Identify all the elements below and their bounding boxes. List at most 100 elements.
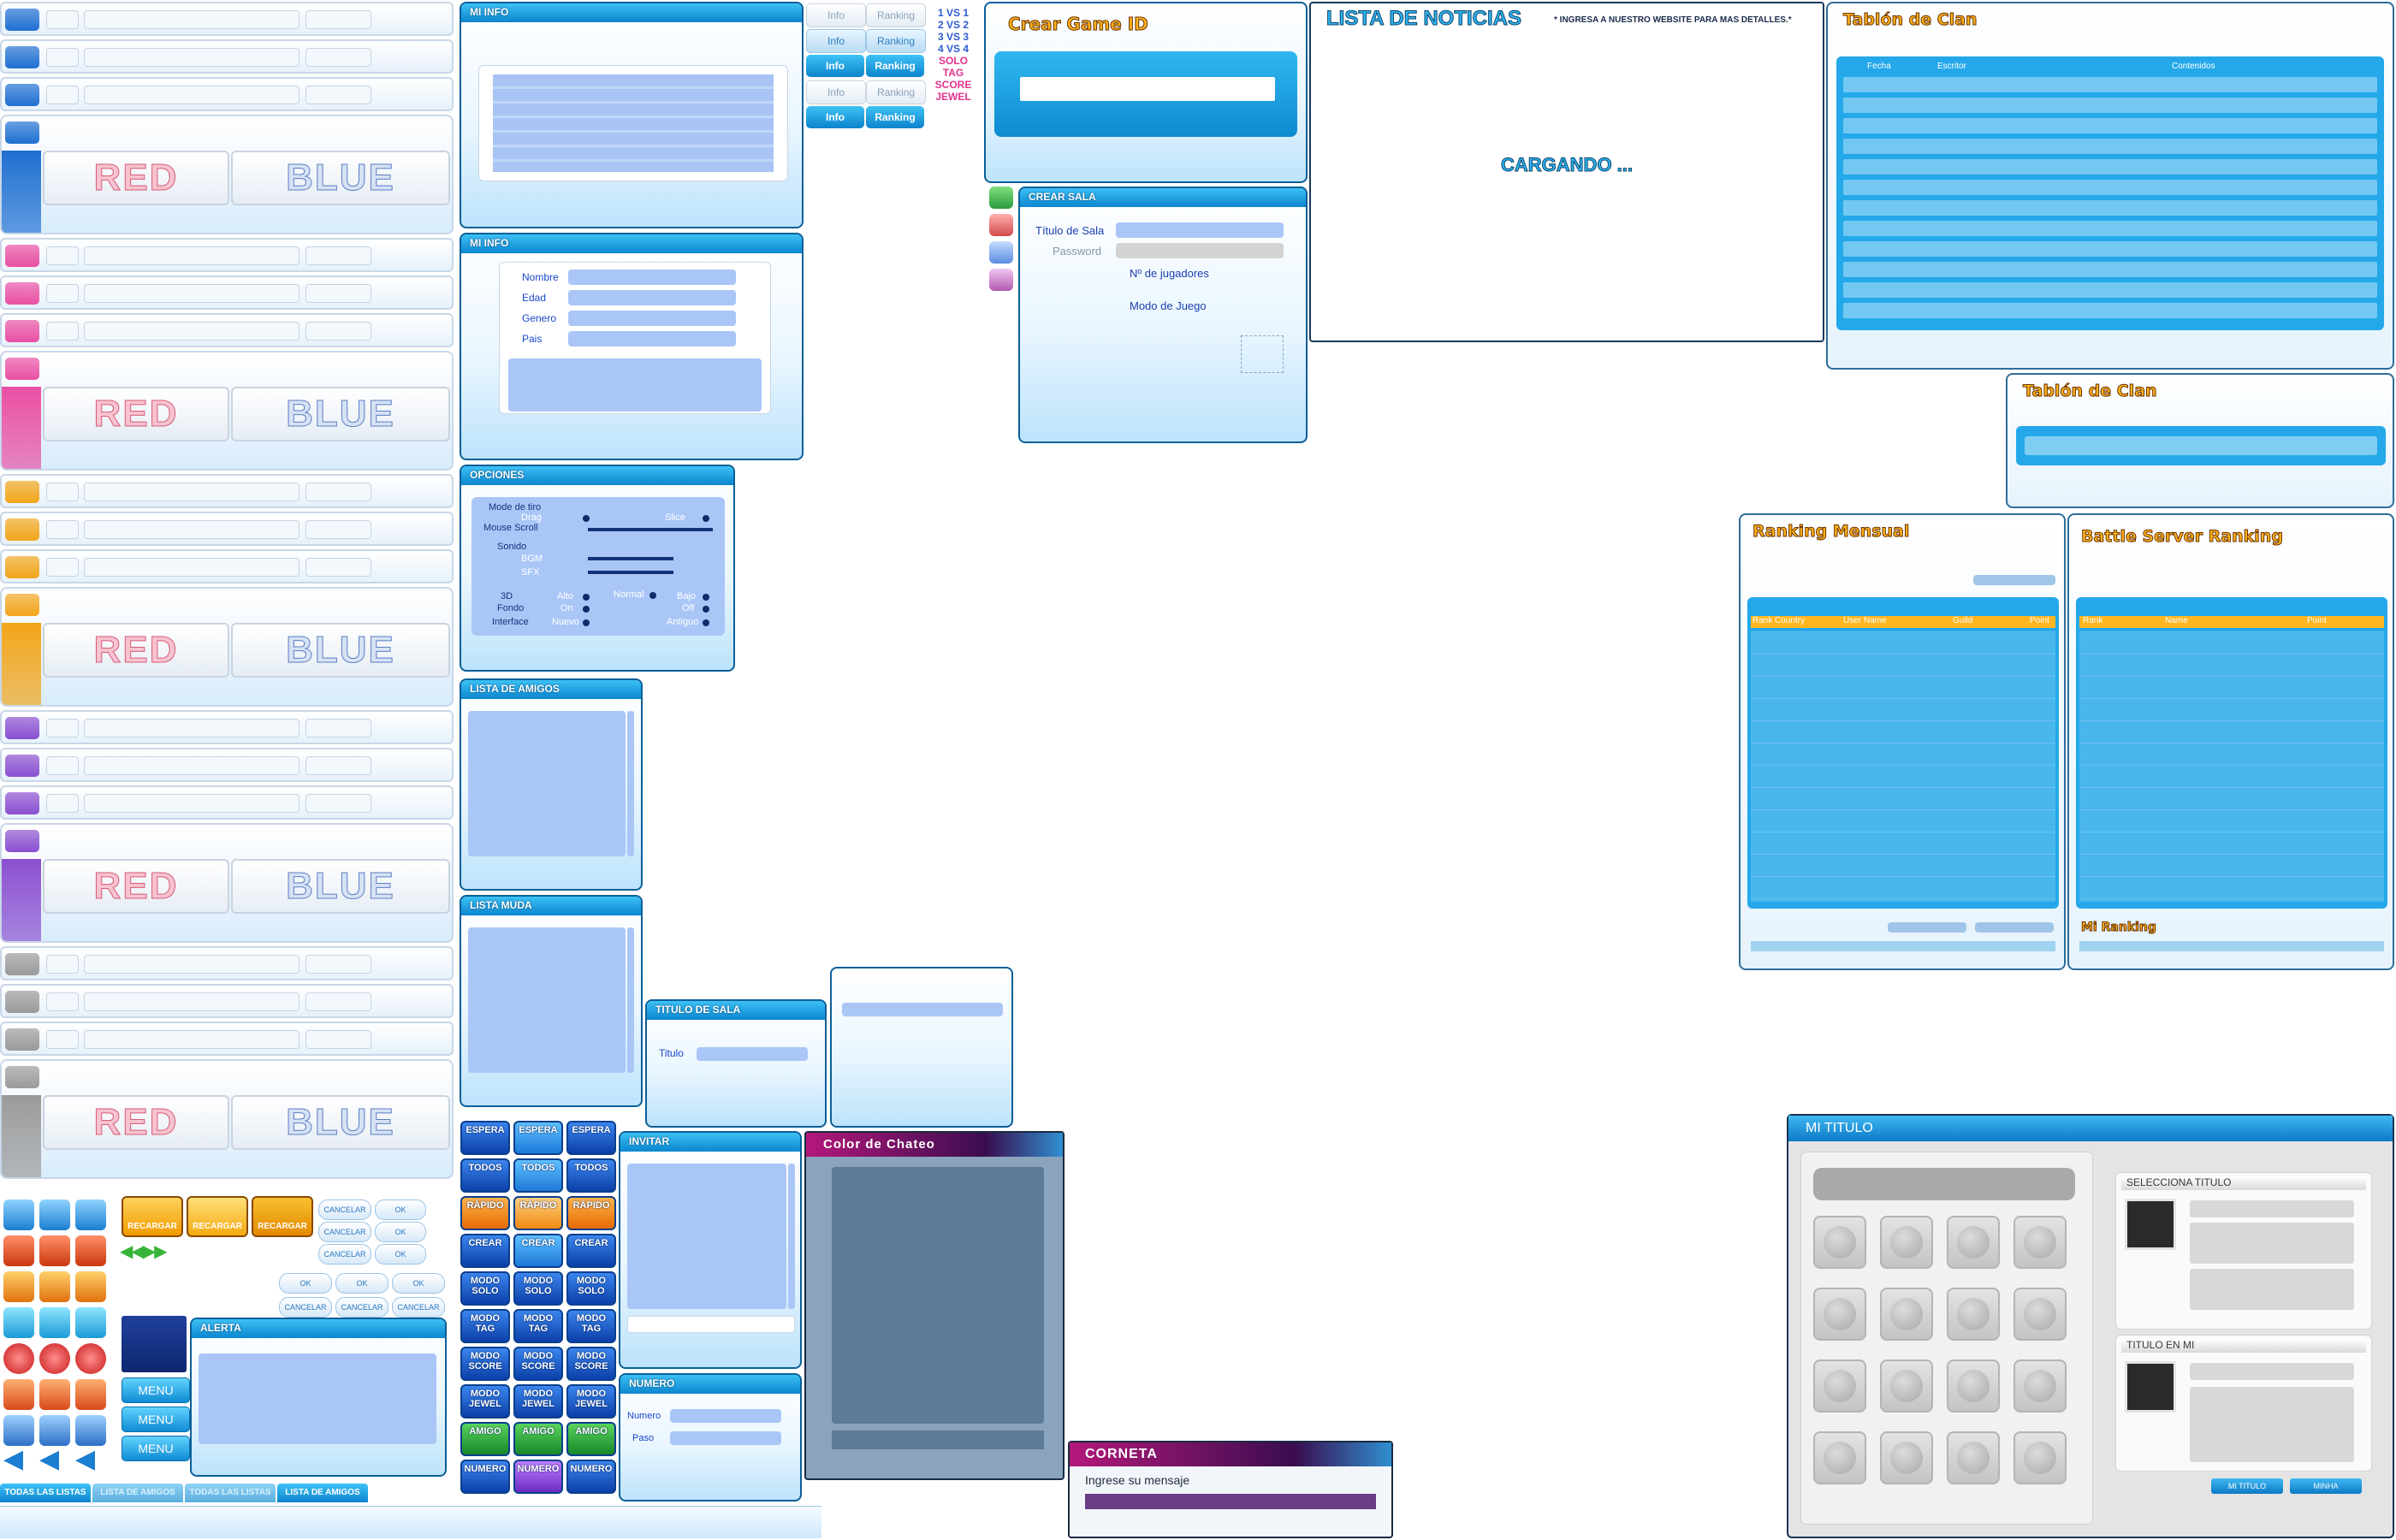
tab-ranking[interactable]: Ranking bbox=[866, 3, 926, 27]
game-mode-button[interactable]: NUMERO bbox=[460, 1460, 510, 1494]
bottom-tab[interactable]: LISTA DE AMIGOS bbox=[92, 1484, 183, 1502]
tab-info[interactable]: Info bbox=[806, 55, 864, 77]
play-arrows-icon[interactable]: ◀◀▶▶ bbox=[120, 1241, 168, 1262]
team-vs-row[interactable]: RED BLUE bbox=[0, 1059, 454, 1179]
game-mode-button[interactable]: ESPERA bbox=[566, 1121, 616, 1155]
clan-row[interactable] bbox=[1843, 180, 2377, 195]
hammer-icon[interactable] bbox=[75, 1415, 106, 1446]
clan-row[interactable] bbox=[1843, 98, 2377, 113]
cancelar-button[interactable]: CANCELAR bbox=[318, 1222, 371, 1242]
title-slot[interactable] bbox=[2013, 1288, 2067, 1341]
scrollbar[interactable] bbox=[788, 1164, 795, 1309]
room-row[interactable] bbox=[0, 549, 454, 583]
hammer-icon[interactable] bbox=[39, 1415, 70, 1446]
game-mode-button[interactable]: MODO JEWEL bbox=[460, 1384, 510, 1419]
recargar-button[interactable]: RECARGAR bbox=[122, 1196, 183, 1237]
room-row[interactable] bbox=[0, 710, 454, 744]
title-slot[interactable] bbox=[1880, 1216, 1933, 1269]
tab-ranking[interactable]: Ranking bbox=[866, 55, 924, 77]
gift-icon[interactable] bbox=[989, 269, 1013, 291]
title-slot[interactable] bbox=[1947, 1431, 2000, 1484]
game-mode-button[interactable]: MODO JEWEL bbox=[513, 1384, 563, 1419]
recargar-button-hover[interactable]: RECARGAR bbox=[187, 1196, 248, 1237]
clan-row[interactable] bbox=[1843, 241, 2377, 257]
cart-icon[interactable] bbox=[75, 1199, 106, 1230]
title-slot[interactable] bbox=[1947, 1359, 2000, 1413]
dropdown-list[interactable] bbox=[122, 1316, 187, 1372]
power-icon[interactable] bbox=[39, 1343, 70, 1374]
tab-ranking[interactable]: Ranking bbox=[866, 80, 926, 104]
menu-button[interactable]: MENU bbox=[122, 1436, 190, 1461]
title-slot[interactable] bbox=[1813, 1216, 1866, 1269]
bag-icon[interactable] bbox=[75, 1307, 106, 1338]
clan-row[interactable] bbox=[1843, 118, 2377, 133]
game-mode-button[interactable]: MODO SOLO bbox=[460, 1271, 510, 1306]
hat-icon[interactable] bbox=[3, 1271, 34, 1302]
titulo-input[interactable] bbox=[697, 1047, 808, 1061]
tab-info[interactable]: Info bbox=[806, 3, 866, 27]
title-slot[interactable] bbox=[1813, 1431, 1866, 1484]
game-mode-button[interactable]: MODO TAG bbox=[460, 1309, 510, 1343]
arrow-left-icon[interactable]: ◀ bbox=[75, 1444, 95, 1474]
clan-row[interactable] bbox=[1843, 77, 2377, 92]
scrollbar[interactable] bbox=[627, 927, 634, 1073]
game-mode-button[interactable]: RÁPIDO bbox=[513, 1196, 563, 1230]
bottom-tab[interactable]: LISTA DE AMIGOS bbox=[277, 1484, 368, 1502]
color-bar[interactable] bbox=[832, 1430, 1044, 1449]
title-slot[interactable] bbox=[1880, 1359, 1933, 1413]
title-slot[interactable] bbox=[2013, 1431, 2067, 1484]
game-mode-button[interactable]: MODO SCORE bbox=[513, 1347, 563, 1381]
arrow-left-icon[interactable]: ◀ bbox=[39, 1444, 59, 1474]
game-mode-button[interactable]: CREAR bbox=[460, 1234, 510, 1268]
paso-input[interactable] bbox=[670, 1431, 781, 1445]
team-vs-row[interactable]: RED BLUE bbox=[0, 351, 454, 471]
room-row[interactable] bbox=[0, 39, 454, 74]
title-slot[interactable] bbox=[1947, 1288, 2000, 1341]
ok-button[interactable]: OK bbox=[375, 1222, 426, 1242]
star-icon[interactable] bbox=[989, 241, 1013, 264]
game-mode-button[interactable]: RÁPIDO bbox=[460, 1196, 510, 1230]
arrow-left-icon[interactable]: ◀ bbox=[3, 1444, 23, 1474]
corneta-input[interactable] bbox=[1085, 1494, 1376, 1509]
bottom-tab[interactable]: TODAS LAS LISTAS bbox=[0, 1484, 91, 1502]
title-slot[interactable] bbox=[1813, 1288, 1866, 1341]
hammer-icon[interactable] bbox=[3, 1415, 34, 1446]
hat-icon[interactable] bbox=[39, 1271, 70, 1302]
on-radio[interactable] bbox=[583, 606, 590, 613]
cancelar-button[interactable]: CANCELAR bbox=[335, 1297, 388, 1318]
game-mode-button[interactable]: MODO SOLO bbox=[566, 1271, 616, 1306]
title-slot[interactable] bbox=[2013, 1216, 2067, 1269]
bottom-tab[interactable]: TODAS LAS LISTAS bbox=[185, 1484, 276, 1502]
prev-page-button[interactable] bbox=[1888, 922, 1966, 933]
game-mode-button[interactable]: TODOS bbox=[513, 1158, 563, 1193]
bag-icon[interactable] bbox=[3, 1307, 34, 1338]
game-mode-button[interactable]: MODO SOLO bbox=[513, 1271, 563, 1306]
next-page-button[interactable] bbox=[1975, 922, 2054, 933]
normal-radio[interactable] bbox=[649, 592, 656, 599]
cancelar-button[interactable]: CANCELAR bbox=[279, 1297, 332, 1318]
game-mode-button[interactable]: CREAR bbox=[513, 1234, 563, 1268]
tab-ranking[interactable]: Ranking bbox=[866, 106, 924, 128]
room-row[interactable] bbox=[0, 512, 454, 546]
scrollbar[interactable] bbox=[627, 711, 634, 856]
game-mode-button[interactable]: MODO TAG bbox=[513, 1309, 563, 1343]
game-mode-button[interactable]: RÁPIDO bbox=[566, 1196, 616, 1230]
game-mode-button[interactable]: CREAR bbox=[566, 1234, 616, 1268]
tab-info[interactable]: Info bbox=[806, 106, 864, 128]
ok-button[interactable]: OK bbox=[335, 1273, 388, 1294]
game-mode-button[interactable]: TODOS bbox=[460, 1158, 510, 1193]
room-title-input[interactable] bbox=[1116, 222, 1284, 238]
chest-icon[interactable] bbox=[3, 1235, 34, 1266]
clan-row[interactable] bbox=[1843, 221, 2377, 236]
title-slot[interactable] bbox=[1880, 1431, 1933, 1484]
game-mode-button[interactable]: AMIGO bbox=[513, 1422, 563, 1456]
room-row[interactable] bbox=[0, 474, 454, 508]
clan-row[interactable] bbox=[1843, 262, 2377, 277]
alto-radio[interactable] bbox=[583, 594, 590, 601]
tab-ranking[interactable]: Ranking bbox=[866, 29, 926, 53]
game-mode-button[interactable]: MODO SCORE bbox=[566, 1347, 616, 1381]
cart-icon[interactable] bbox=[3, 1199, 34, 1230]
recargar-button-pressed[interactable]: RECARGAR bbox=[252, 1196, 313, 1237]
team-vs-row[interactable]: RED BLUE bbox=[0, 115, 454, 234]
game-mode-button[interactable]: AMIGO bbox=[566, 1422, 616, 1456]
